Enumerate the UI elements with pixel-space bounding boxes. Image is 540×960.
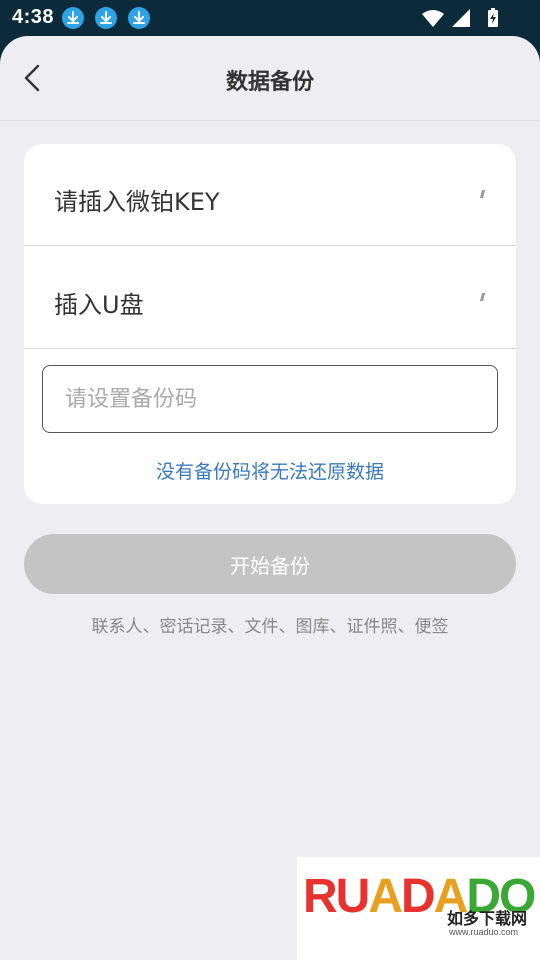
key-row-label: 请插入微铂KEY [54,188,220,216]
status-indicator-icon [479,293,486,301]
download-icon [95,7,117,29]
backup-contents-note: 联系人、密话记录、文件、图库、证件照、便签 [91,617,449,637]
watermark-url: www.ruaduo.com [449,927,519,937]
system-status-icons [422,8,498,27]
usb-row-label: 插入U盘 [54,291,144,319]
download-icon [62,7,84,29]
backup-code-input[interactable] [42,365,498,433]
download-icon [128,7,150,29]
status-indicator-icon [479,190,486,198]
signal-icon [452,9,470,27]
usb-row[interactable]: 插入U盘 [24,247,516,349]
status-bar: 4:38 [0,0,540,36]
key-row[interactable]: 请插入微铂KEY [24,144,516,246]
header: 数据备份 [0,36,540,121]
status-time: 4:38 [12,6,55,28]
start-backup-button[interactable]: 开始备份 [24,534,516,594]
backup-card: 请插入微铂KEY 插入U盘 没有备份码将无法还原数据 [24,144,516,504]
app-screen: 数据备份 请插入微铂KEY 插入U盘 没有备份码将无法还原数据 开始备份 联系人… [0,36,540,960]
page-title: 数据备份 [225,70,314,95]
watermark-logo: RUADADO 如多下载网 www.ruaduo.com [297,857,540,960]
watermark-chinese: 如多下载网 [447,909,528,928]
backup-code-warning: 没有备份码将无法还原数据 [155,461,384,483]
wifi-icon [422,10,444,27]
